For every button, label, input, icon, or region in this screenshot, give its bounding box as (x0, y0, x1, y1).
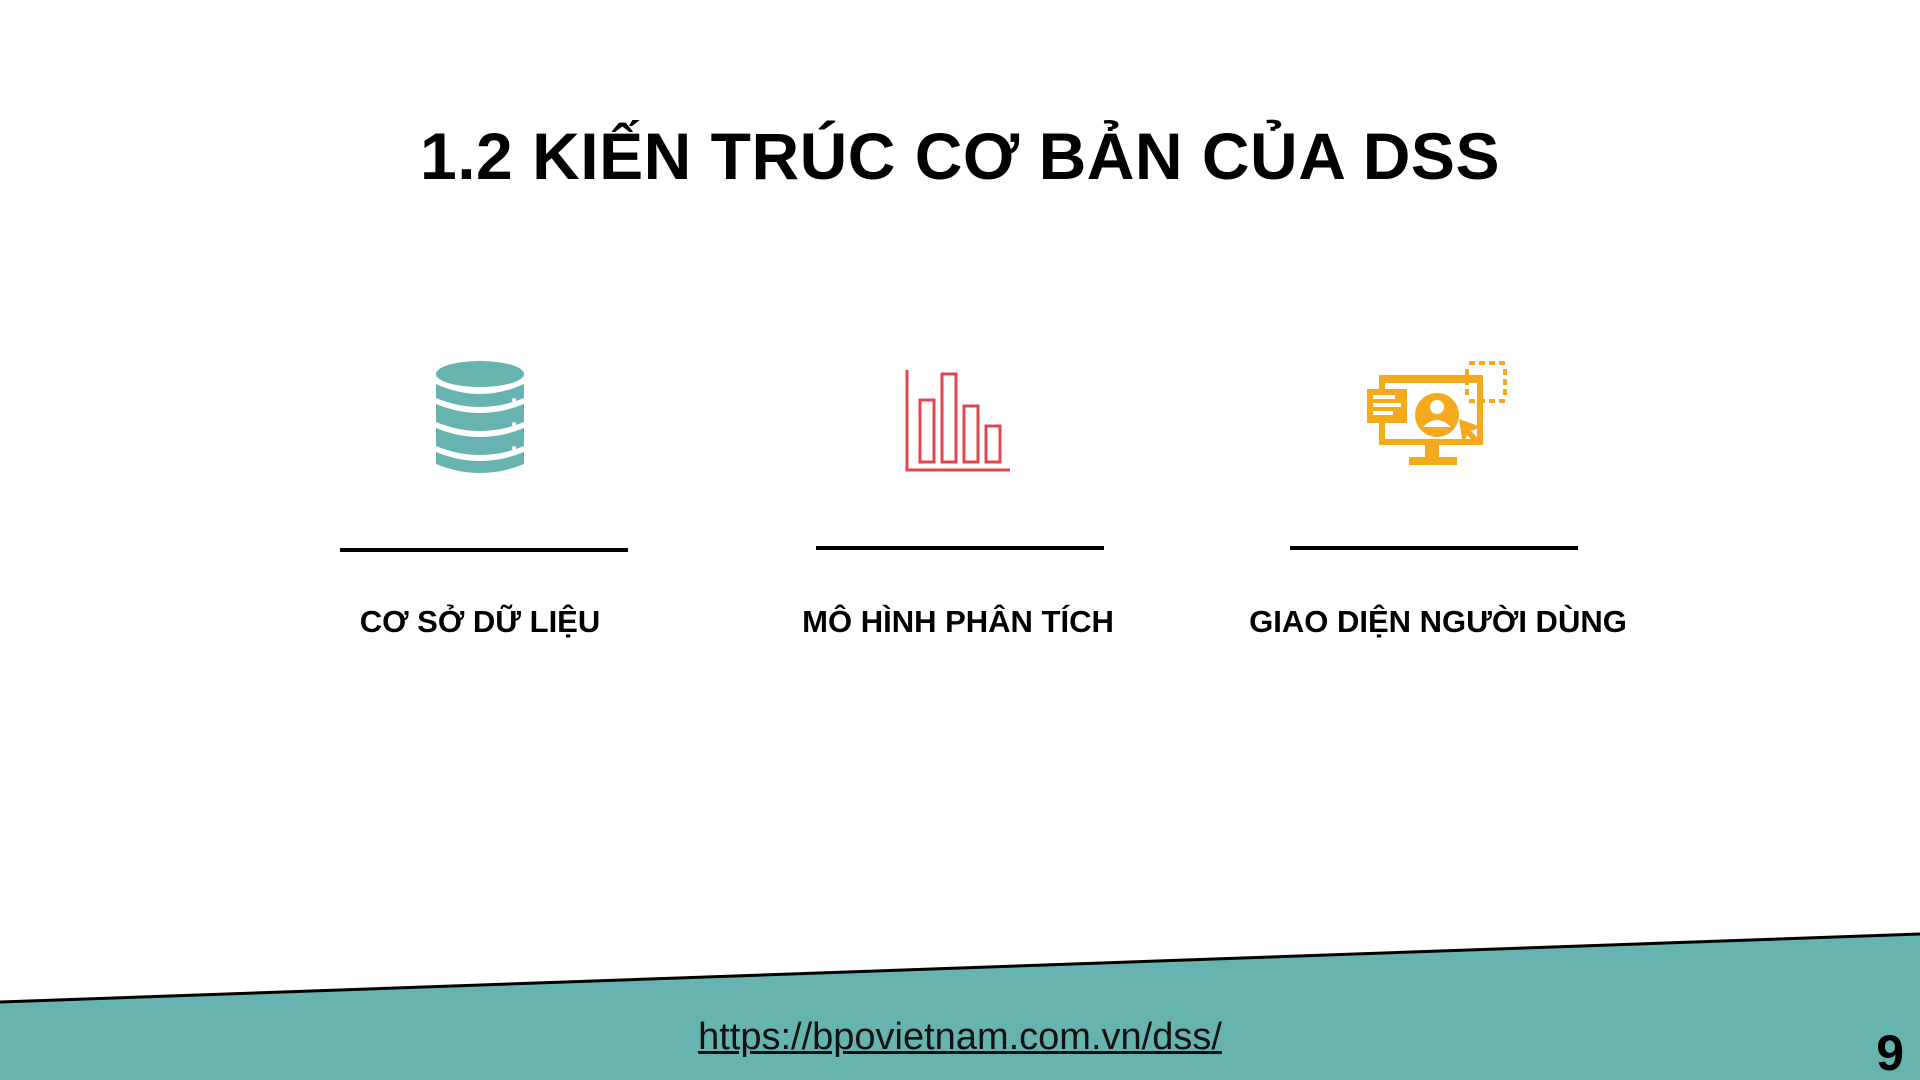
database-icon (240, 350, 720, 490)
bar-chart-icon (718, 350, 1198, 490)
architecture-item-label: GIAO DIỆN NGƯỜI DÙNG (1249, 604, 1627, 639)
architecture-item-label: MÔ HÌNH PHÂN TÍCH (802, 604, 1114, 639)
architecture-item-model: MÔ HÌNH PHÂN TÍCH (718, 350, 1198, 670)
architecture-item-interface: GIAO DIỆN NGƯỜI DÙNG (1198, 350, 1678, 670)
user-interface-monitor-icon (1198, 350, 1678, 490)
architecture-item-label: CƠ SỞ DỮ LIỆU (359, 604, 601, 639)
divider-line (1290, 546, 1578, 550)
page-number: 9 (1876, 1025, 1904, 1080)
divider-line (340, 548, 628, 552)
divider-line (816, 546, 1104, 550)
footer-url-link[interactable]: https://bpovietnam.com.vn/dss/ (0, 1016, 1920, 1059)
architecture-item-database: CƠ SỞ DỮ LIỆU (240, 350, 720, 670)
slide-title: 1.2 KIẾN TRÚC CƠ BẢN CỦA DSS (420, 119, 1500, 193)
slide: 1.2 KIẾN TRÚC CƠ BẢN CỦA DSS CƠ SỞ DỮ LI… (0, 0, 1920, 1080)
